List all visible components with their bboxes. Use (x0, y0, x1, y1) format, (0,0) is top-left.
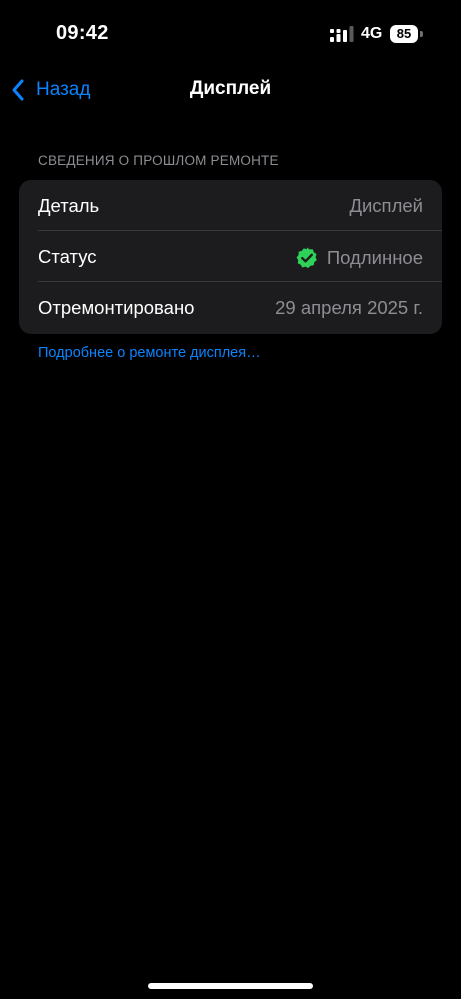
navigation-bar: Назад Дисплей (0, 70, 461, 110)
repair-info-card: Деталь Дисплей Статус Подлинное Отремонт… (19, 180, 442, 334)
row-label: Отремонтировано (38, 297, 195, 318)
row-value-text: 29 апреля 2025 г. (275, 297, 423, 318)
row-label: Деталь (38, 195, 100, 216)
status-bar: 09:42 4G 85 (0, 0, 461, 70)
list-item-repaired-date: Отремонтировано 29 апреля 2025 г. (19, 282, 442, 333)
row-value: Дисплей (349, 195, 423, 217)
row-value-text: Дисплей (349, 195, 423, 216)
battery-icon: 85 (390, 25, 424, 43)
status-time: 09:42 (56, 22, 109, 44)
row-value-text: Подлинное (326, 247, 423, 268)
row-value: Подлинное (295, 246, 423, 270)
section-header: СВЕДЕНИЯ О ПРОШЛОМ РЕМОНТЕ (38, 153, 279, 168)
cellular-signal-icon (330, 26, 354, 42)
repair-details-link[interactable]: Подробнее о ремонте дисплея… (38, 345, 261, 361)
battery-level: 85 (390, 25, 418, 43)
battery-tip (420, 31, 423, 37)
row-label: Статус (38, 246, 97, 267)
page-title: Дисплей (189, 78, 272, 99)
row-value: 29 апреля 2025 г. (275, 297, 423, 319)
checkmark-seal-icon (296, 247, 317, 268)
list-item-status: Статус Подлинное (19, 231, 442, 282)
list-item-part: Деталь Дисплей (19, 180, 442, 231)
network-type: 4G (361, 25, 383, 42)
home-indicator[interactable] (148, 983, 313, 989)
